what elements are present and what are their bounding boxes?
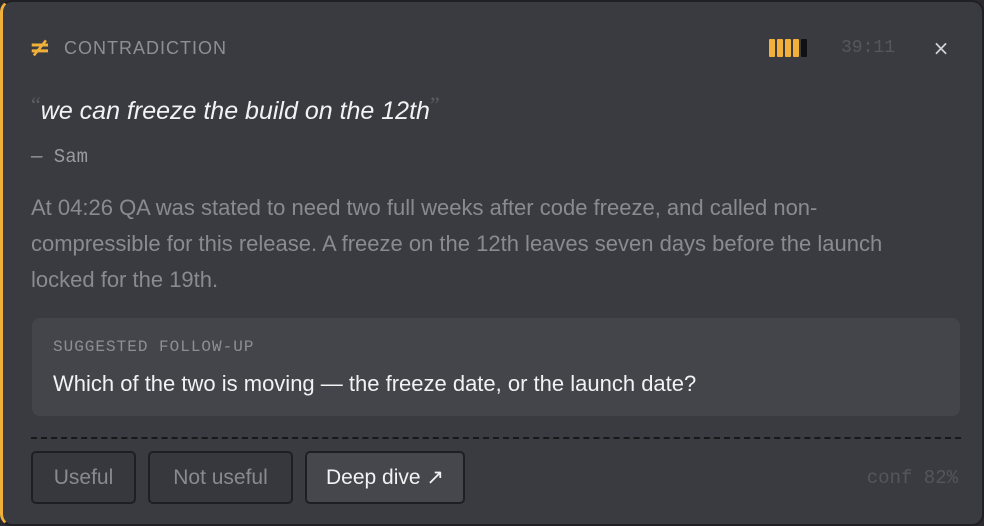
followup-question: Which of the two is moving — the freeze … [53,371,697,396]
useful-button[interactable]: Useful [31,451,136,504]
close-quote-mark: ” [429,92,440,117]
timestamp: 39:11 [841,38,896,58]
confidence-readout: conf 82% [866,467,958,489]
quote: “we can freeze the build on the 12th” [31,94,440,128]
divider [31,437,961,439]
contradiction-card: ≠ CONTRADICTION 39:11 × “we can freeze t… [0,0,984,526]
card-header: ≠ CONTRADICTION 39:11 × [29,32,958,64]
meter-segment-filled [777,39,783,57]
meter-segment-empty [801,39,807,57]
meter-segment-filled [769,39,775,57]
quote-text: we can freeze the build on the 12th [40,97,430,125]
open-quote-mark: “ [31,92,41,117]
suggested-followup: SUGGESTED FOLLOW-UP Which of the two is … [32,318,960,416]
meter-segment-filled [793,39,799,57]
explanation-text: At 04:26 QA was stated to need two full … [31,195,883,292]
deep-dive-button[interactable]: Deep dive ↗ [305,451,465,504]
not-useful-button[interactable]: Not useful [148,451,293,504]
card-type-label: CONTRADICTION [64,38,227,58]
meter-segment-filled [785,39,791,57]
close-icon[interactable]: × [929,34,953,62]
quote-speaker: — Sam [31,146,89,168]
severity-meter [769,39,807,57]
followup-label: SUGGESTED FOLLOW-UP [53,338,255,356]
not-equal-icon: ≠ [29,33,51,63]
